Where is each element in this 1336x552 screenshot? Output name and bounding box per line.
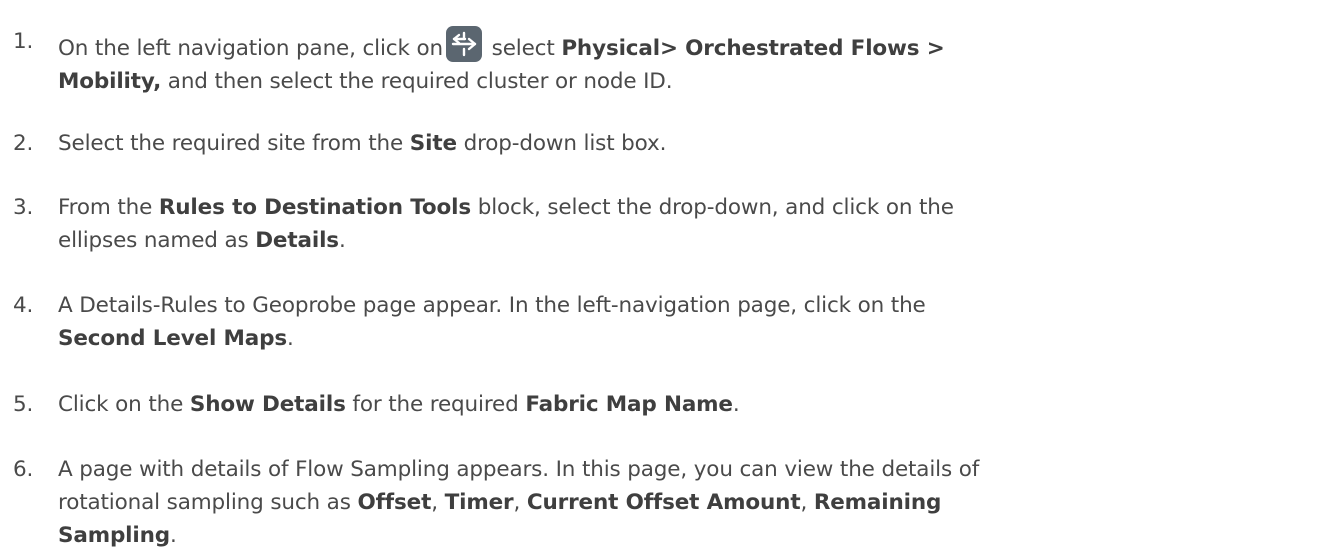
step-text-segment: block, select the drop-down, and click o…: [477, 195, 954, 220]
step-number: 5.: [13, 392, 34, 417]
step-text-segment: A Details-Rules to Geoprobe page appear.…: [58, 293, 926, 318]
step-line: On the left navigation pane, click on se…: [58, 25, 1330, 65]
step-text: Click on the Show Details for the requir…: [58, 388, 1330, 421]
step-text: On the left navigation pane, click on se…: [58, 25, 1330, 98]
step-text-segment: From the: [58, 195, 153, 220]
step-number: 1.: [13, 29, 34, 54]
step-text: A page with details of Flow Sampling app…: [58, 453, 1330, 552]
step-text-segment: .: [732, 392, 740, 417]
step-text: Select the required site from the Site d…: [58, 127, 1330, 160]
step-number: 3.: [13, 195, 34, 220]
step-line: From the Rules to Destination Tools bloc…: [58, 191, 1330, 224]
step-bold-segment: Mobility,: [58, 69, 162, 94]
step-separator: ,: [431, 490, 438, 515]
step-text-segment: ellipses named as: [58, 228, 249, 253]
step-text-segment: .: [287, 326, 294, 351]
step-text-segment: for the required: [352, 392, 519, 417]
step-separator: ,: [513, 490, 521, 515]
step-line: Click on the Show Details for the requir…: [58, 388, 1330, 421]
step-line: Second Level Maps.: [58, 322, 1330, 355]
step-text-segment: .: [338, 228, 346, 253]
step-number: 4.: [13, 293, 34, 318]
step-number: 6.: [13, 457, 34, 482]
step-bold-segment: Timer: [444, 490, 514, 515]
step-bold-segment: Current Offset Amount: [526, 490, 801, 515]
step-separator: ,: [800, 490, 808, 515]
step-bold-segment: Details: [255, 228, 339, 253]
step-bold-segment: Rules to Destination Tools: [158, 195, 472, 220]
step-number: 2.: [13, 131, 34, 156]
step-bold-segment: Offset: [357, 490, 432, 515]
step-line: Mobility, and then select the required c…: [58, 65, 1330, 98]
step-line: Sampling.: [58, 519, 1330, 552]
step-text-segment: select: [491, 36, 555, 61]
step-text-segment: Select the required site from the: [58, 131, 404, 156]
flow-nav-icon: [445, 25, 483, 63]
step-line: rotational sampling such as Offset, Time…: [58, 486, 1330, 519]
step-bold-segment: Fabric Map Name: [525, 392, 733, 417]
step-text-segment: Click on the: [58, 392, 184, 417]
step-text-segment: and then select the required cluster or …: [167, 69, 673, 94]
step-bold-segment: Second Level Maps: [58, 326, 288, 351]
step-bold-segment: Show Details: [189, 392, 346, 417]
step-bold-segment: Site: [409, 131, 457, 156]
step-text: A Details-Rules to Geoprobe page appear.…: [58, 289, 1330, 355]
step-line: ellipses named as Details.: [58, 224, 1330, 257]
step-line: Select the required site from the Site d…: [58, 127, 1330, 160]
step-text-segment: .: [170, 523, 177, 548]
step-bold-segment: Sampling: [58, 523, 171, 548]
step-bold-segment: Remaining: [813, 490, 942, 515]
step-text-segment: rotational sampling such as: [58, 490, 351, 515]
step-text: From the Rules to Destination Tools bloc…: [58, 191, 1330, 257]
step-text-segment: A page with details of Flow Sampling app…: [58, 457, 980, 482]
step-line: A Details-Rules to Geoprobe page appear.…: [58, 289, 1330, 322]
step-bold-segment: Physical> Orchestrated Flows >: [561, 36, 945, 61]
step-line: A page with details of Flow Sampling app…: [58, 453, 1330, 486]
step-text-segment: drop-down list box.: [463, 131, 667, 156]
step-text-segment: On the left navigation pane, click on: [58, 36, 443, 61]
